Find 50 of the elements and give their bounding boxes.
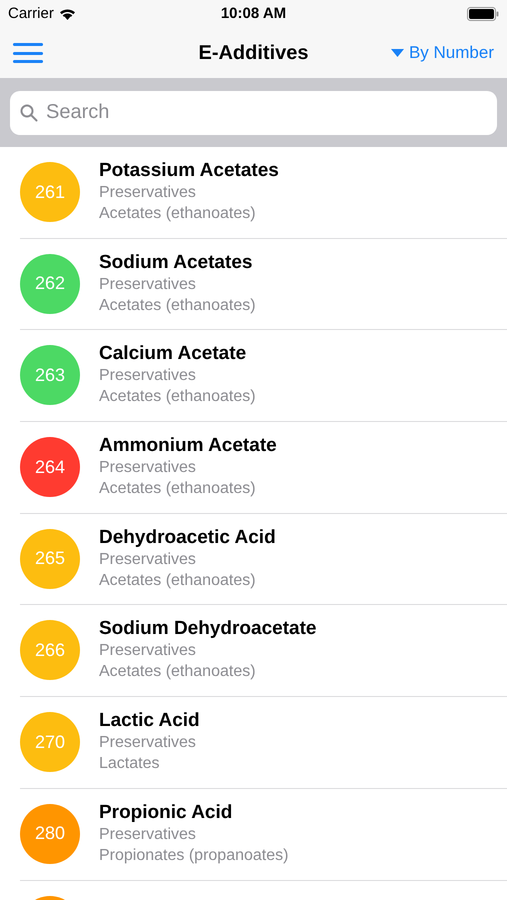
number-badge: 263 [20, 345, 80, 406]
additive-row[interactable]: 265 Dehydroacetic Acid Preservatives Acetates (ethanoates) [0, 514, 507, 606]
wifi-icon [58, 8, 76, 20]
additive-group: Acetates (ethanoates) [99, 294, 256, 316]
additive-group: Propionates (propanoates) [99, 844, 288, 866]
additive-group: Acetates (ethanoates) [99, 203, 279, 224]
search-icon [20, 104, 38, 122]
menu-button[interactable] [13, 42, 43, 64]
additive-group: Acetates (ethanoates) [99, 570, 276, 591]
number-badge: 266 [20, 620, 80, 680]
additive-category: Preservatives [99, 641, 197, 662]
additive-name: Lactic Acid [99, 709, 200, 732]
battery-icon [467, 7, 499, 21]
status-time: 10:08 AM [220, 4, 286, 24]
additive-category: Preservatives [99, 274, 197, 295]
additive-row[interactable]: 263 Calcium Acetate Preservatives Acetates (ethanoates) [0, 330, 507, 422]
additive-name: Ammonium Acetate [99, 434, 277, 458]
caret-icon [390, 49, 404, 57]
additive-row[interactable]: 261 Potassium Acetates Preservatives Acetates (ethanoates) [0, 147, 507, 239]
additive-group: Acetates (ethanoates) [99, 386, 256, 408]
nav-title: E-Additives [198, 41, 309, 66]
additive-name: Potassium Acetates [99, 159, 279, 182]
additive-name: Sodium Dehydroacetate [99, 617, 316, 640]
number-badge: 270 [20, 712, 80, 772]
additive-row[interactable]: 270 Lactic Acid Preservatives Lactates [0, 697, 507, 789]
number-badge: 265 [20, 528, 80, 589]
additive-category: Preservatives [99, 366, 197, 386]
additive-name: Calcium Acetate [99, 342, 248, 366]
additive-category: Preservatives [99, 824, 197, 845]
additive-group: Acetates (ethanoates) [99, 661, 316, 682]
additive-name: Propionic Acid [99, 800, 234, 824]
carrier-name: Carrier [8, 4, 54, 24]
additive-category: Preservatives [99, 733, 197, 754]
number-badge: 280 [20, 804, 80, 864]
search-field[interactable]: Search [10, 90, 497, 134]
additive-group: Acetates (ethanoates) [99, 478, 277, 500]
additive-category: Preservatives [99, 550, 197, 570]
additive-name: Sodium Acetates [99, 250, 254, 274]
sort-button[interactable]: By Number [390, 40, 494, 66]
additive-row[interactable]: 266 Sodium Dehydroacetate Preservatives Acetates (ethanoates) [0, 605, 507, 698]
number-badge: 261 [20, 162, 80, 222]
additive-row[interactable]: 280 Propionic Acid Preservatives Propionates (propanoates) [0, 788, 507, 880]
number-badge: 264 [20, 437, 80, 498]
additive-category: Preservatives [99, 458, 197, 478]
additive-name: Dehydroacetic Acid [99, 526, 276, 549]
additive-category: Preservatives [99, 183, 197, 203]
additive-row[interactable]: 264 Ammonium Acetate Preservatives Acetates (ethanoates) [0, 422, 507, 514]
additive-group: Lactates [99, 753, 200, 774]
additive-row[interactable]: 262 Sodium Acetates Preservatives Acetates (ethanoates) [0, 238, 507, 330]
number-badge: 262 [20, 254, 80, 314]
